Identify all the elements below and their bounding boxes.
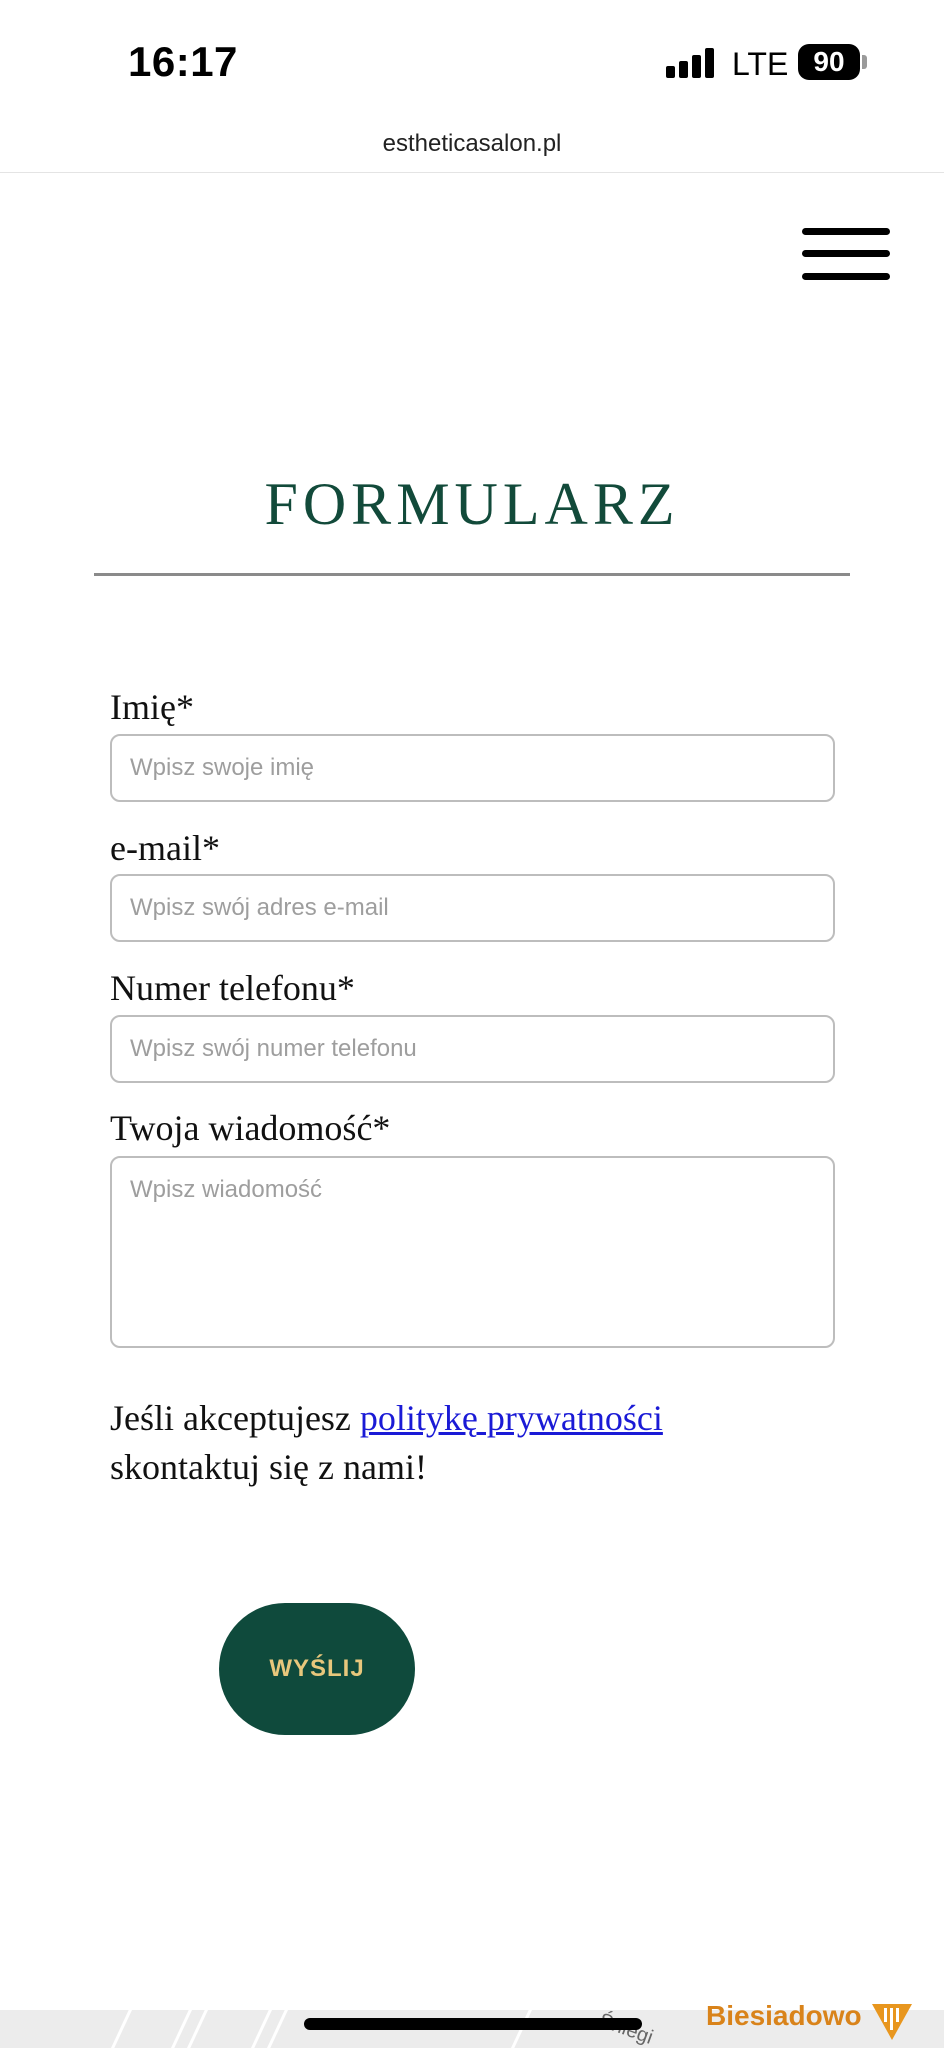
hamburger-menu-icon[interactable]	[800, 224, 892, 284]
battery-tip	[862, 55, 867, 69]
privacy-policy-link[interactable]: politykę prywatności	[360, 1398, 663, 1438]
browser-url[interactable]: estheticasalon.pl	[383, 130, 562, 157]
title-divider	[94, 573, 850, 576]
network-type-label: LTE	[732, 46, 789, 82]
restaurant-icon	[870, 2002, 914, 2042]
battery-level: 90	[813, 46, 845, 77]
consent-prefix: Jeśli akceptujesz	[110, 1398, 360, 1438]
battery-icon: 90	[798, 44, 860, 80]
map-place-label[interactable]: Biesiadowo	[706, 2000, 862, 2032]
phone-field-label: Numer telefonu*	[110, 968, 355, 1008]
cellular-signal-icon	[666, 48, 716, 78]
phone-field[interactable]	[110, 1015, 835, 1083]
submit-button[interactable]: WYŚLIJ	[219, 1603, 415, 1735]
status-time: 16:17	[128, 38, 238, 85]
message-textarea[interactable]	[110, 1156, 835, 1348]
consent-text: Jeśli akceptujesz politykę prywatności s…	[110, 1394, 850, 1492]
status-bar: 16:17 LTE 90	[0, 0, 944, 120]
name-field[interactable]	[110, 734, 835, 802]
email-field-label: e-mail*	[110, 828, 220, 868]
home-indicator[interactable]	[304, 2018, 642, 2030]
consent-suffix: skontaktuj się z nami!	[110, 1447, 427, 1487]
browser-url-bar[interactable]: estheticasalon.pl	[0, 120, 944, 173]
email-field[interactable]	[110, 874, 835, 942]
name-field-label: Imię*	[110, 687, 194, 727]
message-field-label: Twoja wiadomość*	[110, 1108, 391, 1148]
page-title: FORMULARZ	[264, 471, 680, 537]
